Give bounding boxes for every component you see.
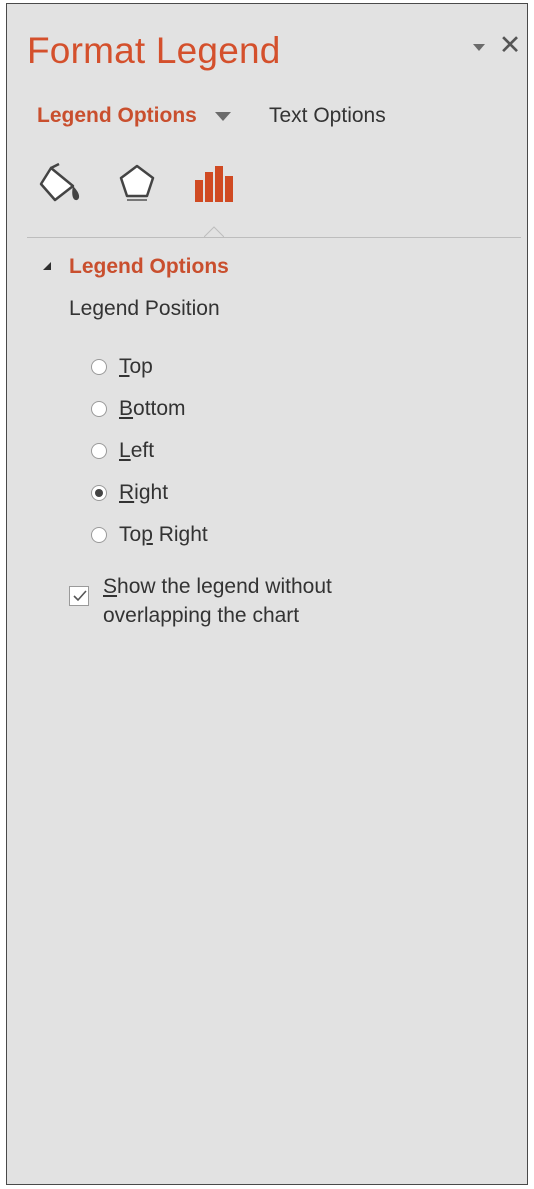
- caret-down-icon[interactable]: [473, 44, 485, 51]
- radio-circle[interactable]: [91, 401, 107, 417]
- overlap-checkbox-label: Show the legend without overlapping the …: [103, 575, 332, 627]
- format-legend-pane: Format Legend ✕ Legend Options Text Opti…: [6, 3, 528, 1185]
- tab-text-options[interactable]: Text Options: [269, 104, 386, 128]
- radio-label-left: Left: [119, 439, 155, 462]
- radio-circle[interactable]: [91, 443, 107, 459]
- tab-divider: [27, 237, 521, 238]
- overlap-checkbox[interactable]: [69, 586, 89, 606]
- active-tab-notch: [204, 226, 224, 238]
- radio-top-right[interactable]: Top Right: [91, 520, 208, 550]
- collapse-triangle-icon[interactable]: [43, 262, 51, 270]
- effects-pentagon-icon[interactable]: [117, 162, 157, 206]
- radio-circle-selected[interactable]: [91, 485, 107, 501]
- radio-circle[interactable]: [91, 527, 107, 543]
- section-title-legend-options[interactable]: Legend Options: [69, 255, 229, 279]
- legend-position-label: Legend Position: [69, 297, 220, 320]
- radio-bottom[interactable]: Bottom: [91, 394, 186, 424]
- radio-top[interactable]: Top: [91, 352, 153, 382]
- radio-circle[interactable]: [91, 359, 107, 375]
- legend-options-bar-icon[interactable]: [193, 164, 235, 204]
- tab-legend-options[interactable]: Legend Options: [37, 104, 197, 128]
- pane-title: Format Legend: [27, 30, 281, 71]
- tab-dropdown-caret-icon[interactable]: [215, 112, 231, 121]
- radio-label-right: Right: [119, 481, 169, 504]
- radio-label-bottom: Bottom: [119, 397, 186, 420]
- checkmark-icon: [73, 590, 87, 602]
- close-icon[interactable]: ✕: [497, 28, 523, 62]
- radio-label-top-right: Top Right: [119, 523, 208, 546]
- radio-right[interactable]: Right: [91, 478, 168, 508]
- radio-label-top: Top: [119, 355, 153, 378]
- fill-line-icon[interactable]: [37, 162, 85, 206]
- radio-left[interactable]: Left: [91, 436, 154, 466]
